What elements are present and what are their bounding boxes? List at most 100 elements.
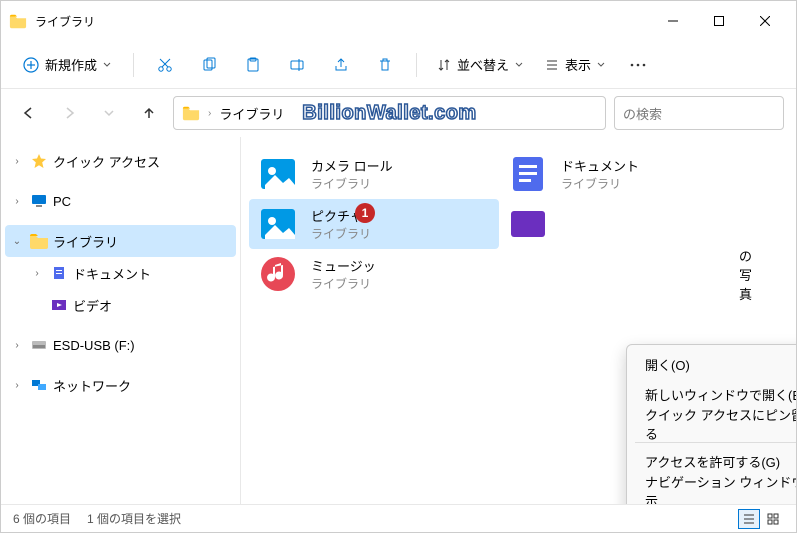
watermark: BillionWallet.com [302,102,476,125]
navigation-pane[interactable]: › クイック アクセス › PC ⌄ ライブラリ › ドキュメント [1,137,241,504]
new-button[interactable]: 新規作成 [13,49,121,80]
cut-button[interactable] [146,47,184,83]
chevron-right-icon[interactable]: › [9,196,25,207]
list-icon [545,58,559,72]
chevron-right-icon[interactable]: › [9,380,25,391]
library-item-music[interactable]: ミュージッ ライブラリ [249,249,499,299]
search-input[interactable]: の検索 [614,96,784,130]
forward-button[interactable] [53,97,85,129]
chevron-right-icon[interactable]: › [29,268,45,279]
pictures-icon [257,153,299,195]
library-item-videos[interactable] [499,199,749,249]
documents-icon [49,264,69,282]
library-item-camera-roll[interactable]: カメラ ロール ライブラリ [249,149,499,199]
up-button[interactable] [133,97,165,129]
item-name: カメラ ロール [311,156,393,175]
network-icon [29,376,49,394]
item-subtitle: ライブラリ [561,175,639,192]
clipboard-icon [245,57,261,73]
sort-icon [437,58,451,72]
sidebar-item-documents[interactable]: › ドキュメント [1,257,240,289]
plus-circle-icon [23,57,39,73]
chevron-down-icon[interactable]: ⌄ [9,236,25,247]
sidebar-item-network[interactable]: › ネットワーク [1,369,240,401]
item-name: ミュージッ [311,256,376,275]
rename-button[interactable] [278,47,316,83]
chevron-down-icon [103,61,111,69]
more-button[interactable] [619,47,657,83]
chevron-right-icon: › [208,108,211,119]
window-title: ライブラリ [35,13,650,30]
item-name: ドキュメント [561,156,639,175]
pc-icon [29,192,49,210]
context-menu: 開く(O) 新しいウィンドウで開く(E) クイック アクセスにピン留めする アク… [626,344,796,504]
item-subtitle: ライブラリ [311,175,393,192]
item-name: の写真 [739,246,752,303]
maximize-button[interactable] [696,5,742,37]
item-subtitle: ライブラリ [311,225,371,242]
item-subtitle: ライブラリ [311,275,376,292]
chevron-down-icon [515,61,523,69]
chevron-right-icon[interactable]: › [9,156,25,167]
paste-button[interactable] [234,47,272,83]
folder-icon [29,232,49,250]
copy-button[interactable] [190,47,228,83]
documents-icon [507,153,549,195]
star-icon [29,152,49,170]
share-icon [333,57,349,73]
folder-icon [9,13,27,29]
sidebar-item-pc[interactable]: › PC [1,185,240,217]
sort-label: 並べ替え [457,55,509,74]
sidebar-item-videos[interactable]: › ビデオ [1,289,240,321]
folder-icon [182,105,200,121]
sidebar-item-label: ESD-USB (F:) [53,338,135,353]
status-item-count: 6 個の項目 [13,510,71,527]
icons-view-button[interactable] [762,509,784,529]
search-placeholder: の検索 [623,104,662,123]
view-button[interactable]: 表示 [537,49,613,80]
library-item-pictures[interactable]: ピクチャ ライブラリ 1 [249,199,499,249]
library-item-documents[interactable]: ドキュメント ライブラリ [499,149,749,199]
back-button[interactable] [13,97,45,129]
sidebar-item-esd-usb[interactable]: › ESD-USB (F:) [1,329,240,361]
sidebar-item-label: クイック アクセス [53,152,160,171]
chevron-down-icon [597,61,605,69]
recent-button[interactable] [93,97,125,129]
chevron-down-icon [104,108,114,118]
details-view-button[interactable] [738,509,760,529]
ctx-show-nav-pane[interactable]: ナビゲーション ウィンドウに表示 [631,476,796,504]
sidebar-item-label: ドキュメント [73,264,151,283]
chevron-right-icon[interactable]: › [9,340,25,351]
separator [133,53,134,77]
videos-icon [49,296,69,314]
trash-icon [377,57,393,73]
sort-button[interactable]: 並べ替え [429,49,531,80]
sidebar-item-label: ライブラリ [53,232,118,251]
view-label: 表示 [565,55,591,74]
scissors-icon [157,57,173,73]
separator [416,53,417,77]
close-button[interactable] [742,5,788,37]
library-item-saved-pictures[interactable]: の写真 [499,249,759,299]
share-button[interactable] [322,47,360,83]
sidebar-item-label: ネットワーク [53,376,131,395]
delete-button[interactable] [366,47,404,83]
pictures-icon [257,203,299,245]
rename-icon [289,57,305,73]
sidebar-item-label: ビデオ [73,296,112,315]
address-bar[interactable]: › ライブラリ BillionWallet.com [173,96,606,130]
annotation-badge-1: 1 [355,203,375,223]
sidebar-item-label: PC [53,194,71,209]
breadcrumb[interactable]: ライブラリ [219,104,284,123]
minimize-button[interactable] [650,5,696,37]
copy-icon [201,57,217,73]
ellipsis-icon [630,63,646,67]
sidebar-item-libraries[interactable]: ⌄ ライブラリ [5,225,236,257]
new-button-label: 新規作成 [45,55,97,74]
sidebar-item-quick-access[interactable]: › クイック アクセス [1,145,240,177]
ctx-open[interactable]: 開く(O) [631,349,796,379]
content-pane[interactable]: カメラ ロール ライブラリ ドキュメント ライブラリ ピクチャ [241,137,796,504]
videos-icon [507,203,549,245]
usb-drive-icon [29,336,49,354]
ctx-pin-quick-access[interactable]: クイック アクセスにピン留めする [631,409,796,439]
